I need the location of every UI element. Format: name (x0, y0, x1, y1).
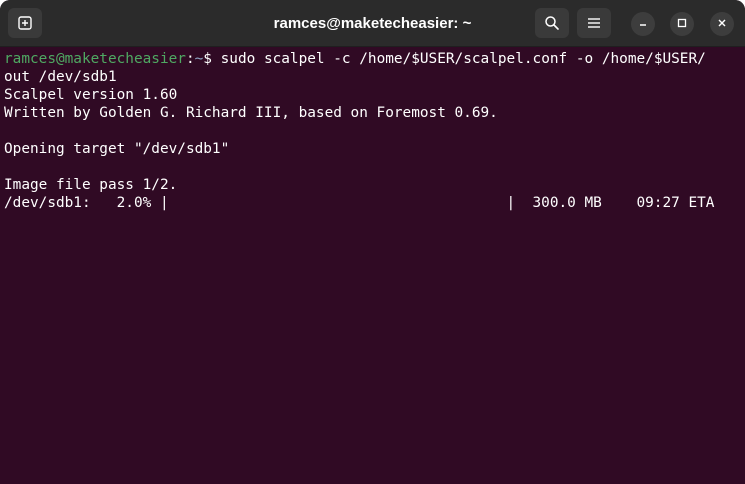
output-line: Written by Golden G. Richard III, based … (4, 105, 498, 121)
prompt-path: ~ (194, 51, 204, 67)
prompt-line: ramces@maketecheasier:~$ sudo scalpel -c… (4, 50, 745, 68)
output-line: Scalpel version 1.60 (4, 87, 178, 103)
hamburger-menu-icon (587, 17, 601, 29)
search-icon (544, 15, 560, 31)
command-text: sudo scalpel -c /home/$USER/scalpel.conf… (220, 51, 706, 67)
menu-button[interactable] (577, 8, 611, 38)
maximize-icon (677, 15, 687, 33)
output-line: Image file pass 1/2. (4, 177, 178, 193)
title-bar: ramces@maketecheasier: ~ (0, 0, 745, 47)
close-button[interactable] (710, 12, 734, 36)
minimize-icon (638, 15, 648, 33)
terminal-window: ramces@maketecheasier: ~ ramces@maketech… (0, 0, 745, 484)
new-tab-button[interactable] (8, 8, 42, 38)
output-line: Opening target "/dev/sdb1" (4, 141, 230, 157)
maximize-button[interactable] (670, 12, 694, 36)
minimize-button[interactable] (631, 12, 655, 36)
prompt-symbol: $ (203, 51, 221, 67)
terminal-output[interactable]: ramces@maketecheasier:~$ sudo scalpel -c… (0, 47, 745, 484)
progress-line: /dev/sdb1: 2.0% | | 300.0 MB 09:27 ETA (4, 195, 715, 211)
prompt-user-host: ramces@maketecheasier (4, 51, 186, 67)
prompt-separator: : (185, 51, 195, 67)
new-tab-icon (17, 15, 33, 31)
search-button[interactable] (535, 8, 569, 38)
command-continuation: out /dev/sdb1 (4, 69, 117, 85)
close-icon (717, 15, 727, 33)
